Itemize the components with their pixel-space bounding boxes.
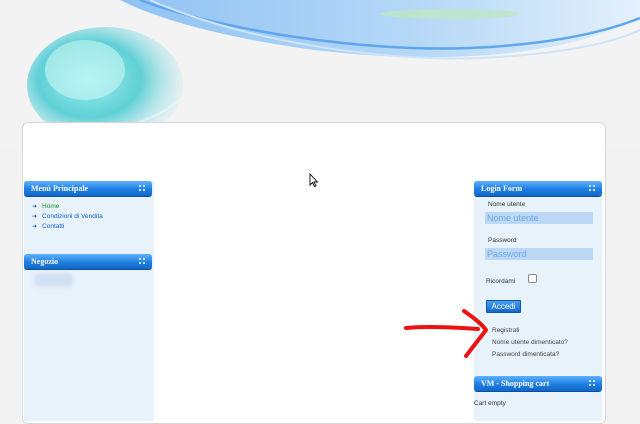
forgot-username-link[interactable]: Nome utente dimenticato? — [492, 339, 568, 346]
remember-checkbox[interactable] — [528, 274, 537, 283]
login-form-header: Login Form — [474, 181, 602, 196]
remember-label: Ricordami — [486, 278, 516, 285]
header-dots-icon — [589, 380, 595, 386]
header-dots-icon — [139, 185, 145, 191]
blurred-shop-item — [34, 273, 74, 287]
arrow-bullet-icon: ➜ — [32, 224, 38, 230]
cart-status: Cart empty — [474, 400, 506, 407]
main-menu-title: Menù Principale — [31, 184, 89, 193]
menu-item-conditions[interactable]: ➜ Condizioni di Vendita — [32, 212, 103, 222]
arrow-bullet-icon: ➜ — [32, 204, 38, 210]
username-input[interactable] — [485, 212, 593, 224]
username-label: Nome utente — [488, 201, 526, 208]
main-menu-list: ➜ Home ➜ Condizioni di Vendita ➜ Contatti — [32, 202, 103, 232]
shop-title: Negozio — [31, 257, 59, 266]
register-link[interactable]: Registrati — [492, 327, 519, 334]
arrow-bullet-icon: ➜ — [32, 214, 38, 220]
header-dots-icon — [139, 258, 145, 264]
header-dots-icon — [589, 185, 595, 191]
cart-header: VM - Shopping cart — [474, 376, 602, 391]
shop-header: Negozio — [24, 254, 152, 269]
login-button[interactable]: Accedi — [486, 300, 521, 313]
main-menu-header: Menù Principale — [24, 181, 152, 196]
red-annotation-arrow — [404, 309, 488, 358]
mouse-cursor-icon — [309, 173, 319, 187]
menu-item-contacts[interactable]: ➜ Contatti — [32, 222, 103, 232]
cart-title: VM - Shopping cart — [481, 379, 550, 388]
forgot-password-link[interactable]: Password dimenticata? — [492, 351, 559, 358]
menu-item-home[interactable]: ➜ Home — [32, 202, 103, 212]
password-input[interactable] — [485, 248, 593, 260]
login-form-title: Login Form — [481, 184, 523, 193]
password-label: Password — [488, 237, 517, 244]
